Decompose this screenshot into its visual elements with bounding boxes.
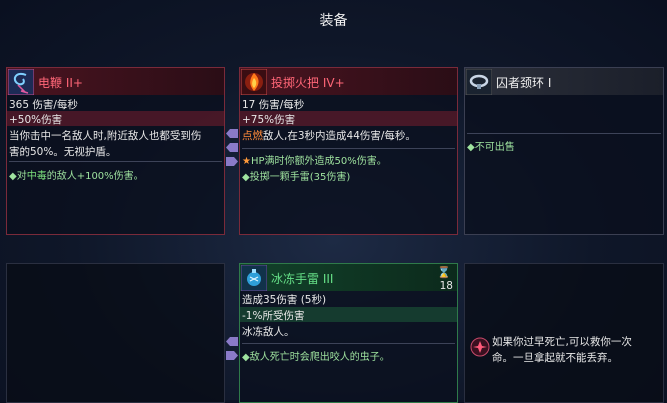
link-arrow-left xyxy=(226,129,238,138)
item-dps: 365 伤害/每秒 xyxy=(9,99,78,111)
item-damage-bonus: +50%伤害 xyxy=(9,114,63,126)
synergy-line: ◆对中毒的敌人+100%伤害。 xyxy=(9,167,144,182)
item-header: 囚者颈环 I xyxy=(465,68,663,96)
synergy-prefix: ◆对 xyxy=(9,171,27,182)
item-name: 囚者颈环 I xyxy=(496,76,552,90)
item-card-electric-whip[interactable]: 电鞭 II+ 365 伤害/每秒 +50%伤害 当你击中一名敌人时,附近敌人也都… xyxy=(6,67,225,235)
synergy-line: ◆投掷一颗手雷(35伤害) xyxy=(242,172,351,183)
divider xyxy=(467,133,661,134)
synergy-line: ◆敌人死亡时会爬出咬人的虫子。 xyxy=(242,352,390,363)
item-damage-taken: -1%所受伤害 xyxy=(242,310,305,322)
item-header: 电鞭 II+ xyxy=(7,68,224,96)
freeze-grenade-icon xyxy=(240,264,268,292)
synergy-line: ◆不可出售 xyxy=(467,142,515,153)
hourglass-icon: ⌛ xyxy=(437,266,451,279)
link-arrow-left xyxy=(226,143,238,152)
item-desc-line2: 害的50%。无视护盾。 xyxy=(9,146,117,158)
item-name: 投掷火把 IV+ xyxy=(271,76,345,90)
item-header: 投掷火把 IV+ xyxy=(240,68,457,96)
item-card-prisoner-collar[interactable]: 囚者颈环 I ◆不可出售 xyxy=(464,67,664,235)
revive-icon xyxy=(470,337,490,357)
page-title: 装备 xyxy=(319,13,348,29)
electric-whip-icon xyxy=(7,68,35,96)
link-arrow-left xyxy=(226,337,238,346)
item-card-freeze-grenade[interactable]: 冰冻手雷 III ⌛ 18 造成35伤害 (5秒) -1%所受伤害 冰冻敌人。 … xyxy=(239,263,458,403)
divider xyxy=(9,161,222,162)
empty-item-slot[interactable] xyxy=(6,263,225,403)
item-name: 冰冻手雷 III xyxy=(271,272,334,286)
synergy-text: HP满时你额外造成50%伤害。 xyxy=(250,156,387,167)
item-damage-bonus: +75%伤害 xyxy=(242,114,296,126)
link-arrow-right xyxy=(226,351,238,360)
item-desc-rest: 敌人,在3秒内造成44伤害/每秒。 xyxy=(263,130,416,142)
divider xyxy=(242,343,455,344)
poison-keyword: 中毒 xyxy=(26,171,47,182)
synergy-line: ★HP满时你额外造成50%伤害。 xyxy=(242,152,387,167)
torch-icon xyxy=(240,68,268,96)
synergy-suffix: 的敌人+100%伤害。 xyxy=(46,171,144,182)
item-header: 冰冻手雷 III ⌛ xyxy=(240,264,457,292)
item-card-tooltip[interactable]: 如果你过早死亡,可以救你一次 命。一旦拿起就不能丢弃。 xyxy=(464,263,664,403)
collar-icon xyxy=(465,68,493,96)
tooltip-line2: 命。一旦拿起就不能丢弃。 xyxy=(492,352,618,364)
cooldown-counter: 18 xyxy=(439,280,453,292)
item-name: 电鞭 II+ xyxy=(38,76,83,90)
divider xyxy=(242,148,455,149)
item-desc-line1: 冰冻敌人。 xyxy=(242,326,295,338)
item-card-torch[interactable]: 投掷火把 IV+ 17 伤害/每秒 +75%伤害 点燃敌人,在3秒内造成44伤害… xyxy=(239,67,458,235)
item-desc-line1: 点燃敌人,在3秒内造成44伤害/每秒。 xyxy=(242,128,416,143)
item-damage: 造成35伤害 (5秒) xyxy=(242,294,327,306)
item-dps: 17 伤害/每秒 xyxy=(242,99,305,111)
item-desc-line1: 当你击中一名敌人时,附近敌人也都受到伤 xyxy=(9,130,202,142)
tooltip-line1: 如果你过早死亡,可以救你一次 xyxy=(492,336,632,348)
link-arrow-right xyxy=(226,157,238,166)
ignite-keyword: 点燃 xyxy=(242,130,263,142)
star-icon: ★ xyxy=(242,156,251,167)
